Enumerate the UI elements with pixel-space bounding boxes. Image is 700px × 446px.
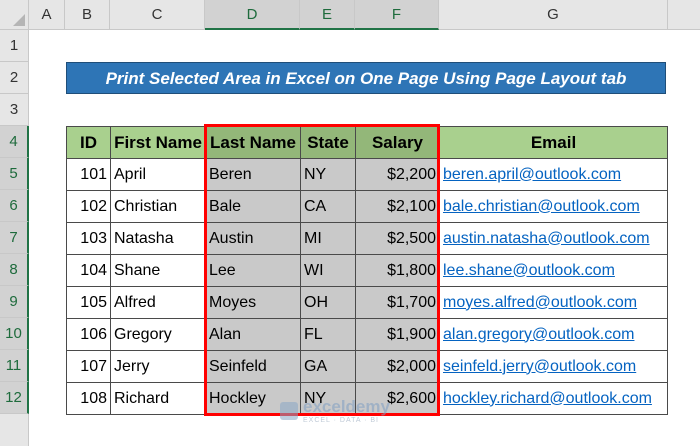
- email-link[interactable]: austin.natasha@outlook.com: [443, 230, 650, 247]
- column-header-d[interactable]: D: [205, 0, 300, 30]
- table-row: 104 Shane Lee WI $1,800 lee.shane@outloo…: [66, 254, 668, 287]
- last-name-cell[interactable]: Lee: [205, 254, 301, 287]
- row-header-11[interactable]: 11: [0, 350, 29, 382]
- salary-cell[interactable]: $1,900: [355, 318, 440, 351]
- row-header-12[interactable]: 12: [0, 382, 29, 414]
- exceldemy-watermark: exceldemy EXCEL · DATA · BI: [280, 398, 390, 424]
- header-id[interactable]: ID: [66, 126, 111, 159]
- header-salary[interactable]: Salary: [355, 126, 440, 159]
- row-header-2[interactable]: 2: [0, 62, 29, 94]
- email-link[interactable]: seinfeld.jerry@outlook.com: [443, 358, 636, 375]
- state-cell[interactable]: GA: [300, 350, 356, 383]
- watermark-name: exceldemy: [303, 397, 390, 416]
- salary-cell[interactable]: $2,100: [355, 190, 440, 223]
- column-header-f[interactable]: F: [355, 0, 439, 30]
- email-link[interactable]: bale.christian@outlook.com: [443, 198, 640, 215]
- salary-cell[interactable]: $2,000: [355, 350, 440, 383]
- email-link[interactable]: moyes.alfred@outlook.com: [443, 294, 637, 311]
- email-link[interactable]: beren.april@outlook.com: [443, 166, 621, 183]
- column-header-a[interactable]: A: [29, 0, 65, 30]
- id-cell[interactable]: 105: [66, 286, 111, 319]
- table-row: 101 April Beren NY $2,200 beren.april@ou…: [66, 158, 668, 191]
- table-header-row: ID First Name Last Name State Salary Ema…: [66, 126, 668, 159]
- state-cell[interactable]: WI: [300, 254, 356, 287]
- employee-table: ID First Name Last Name State Salary Ema…: [66, 126, 668, 415]
- id-cell[interactable]: 107: [66, 350, 111, 383]
- sheet-title[interactable]: Print Selected Area in Excel on One Page…: [66, 62, 666, 94]
- email-cell[interactable]: moyes.alfred@outlook.com: [439, 286, 668, 319]
- email-cell[interactable]: hockley.richard@outlook.com: [439, 382, 668, 415]
- header-email[interactable]: Email: [439, 126, 668, 159]
- row-header-8[interactable]: 8: [0, 254, 29, 286]
- state-cell[interactable]: OH: [300, 286, 356, 319]
- first-name-cell[interactable]: Shane: [110, 254, 206, 287]
- email-cell[interactable]: lee.shane@outlook.com: [439, 254, 668, 287]
- id-cell[interactable]: 101: [66, 158, 111, 191]
- row-header-3[interactable]: 3: [0, 94, 29, 126]
- last-name-cell[interactable]: Seinfeld: [205, 350, 301, 383]
- table-row: 106 Gregory Alan FL $1,900 alan.gregory@…: [66, 318, 668, 351]
- header-first-name[interactable]: First Name: [110, 126, 206, 159]
- id-cell[interactable]: 104: [66, 254, 111, 287]
- table-row: 103 Natasha Austin MI $2,500 austin.nata…: [66, 222, 668, 255]
- first-name-cell[interactable]: Natasha: [110, 222, 206, 255]
- column-header-b[interactable]: B: [65, 0, 110, 30]
- watermark-text: exceldemy EXCEL · DATA · BI: [303, 398, 390, 424]
- email-cell[interactable]: beren.april@outlook.com: [439, 158, 668, 191]
- last-name-cell[interactable]: Beren: [205, 158, 301, 191]
- email-link[interactable]: alan.gregory@outlook.com: [443, 326, 634, 343]
- last-name-cell[interactable]: Austin: [205, 222, 301, 255]
- select-all-icon: [13, 14, 25, 26]
- watermark-tagline: EXCEL · DATA · BI: [303, 417, 379, 424]
- column-header-e[interactable]: E: [300, 0, 355, 30]
- column-header-c[interactable]: C: [110, 0, 205, 30]
- row-header-7[interactable]: 7: [0, 222, 29, 254]
- state-cell[interactable]: CA: [300, 190, 356, 223]
- row-header-6[interactable]: 6: [0, 190, 29, 222]
- first-name-cell[interactable]: Jerry: [110, 350, 206, 383]
- spreadsheet: A B C D E F G 1 2 3 4 5 6 7 8 9 10 11 12…: [0, 0, 700, 446]
- row-header-5[interactable]: 5: [0, 158, 29, 190]
- id-cell[interactable]: 108: [66, 382, 111, 415]
- last-name-cell[interactable]: Bale: [205, 190, 301, 223]
- row-header-blank[interactable]: [0, 414, 29, 446]
- first-name-cell[interactable]: Gregory: [110, 318, 206, 351]
- row-header-4[interactable]: 4: [0, 126, 29, 158]
- email-cell[interactable]: seinfeld.jerry@outlook.com: [439, 350, 668, 383]
- salary-cell[interactable]: $1,700: [355, 286, 440, 319]
- column-header-g[interactable]: G: [439, 0, 668, 30]
- last-name-cell[interactable]: Moyes: [205, 286, 301, 319]
- email-cell[interactable]: austin.natasha@outlook.com: [439, 222, 668, 255]
- email-cell[interactable]: bale.christian@outlook.com: [439, 190, 668, 223]
- salary-cell[interactable]: $2,500: [355, 222, 440, 255]
- id-cell[interactable]: 103: [66, 222, 111, 255]
- table-row: 102 Christian Bale CA $2,100 bale.christ…: [66, 190, 668, 223]
- first-name-cell[interactable]: April: [110, 158, 206, 191]
- select-all-corner[interactable]: [0, 0, 29, 30]
- email-link[interactable]: lee.shane@outlook.com: [443, 262, 615, 279]
- exceldemy-logo-icon: [280, 402, 298, 420]
- table-row: 107 Jerry Seinfeld GA $2,000 seinfeld.je…: [66, 350, 668, 383]
- last-name-cell[interactable]: Alan: [205, 318, 301, 351]
- salary-cell[interactable]: $1,800: [355, 254, 440, 287]
- state-cell[interactable]: NY: [300, 158, 356, 191]
- email-link[interactable]: hockley.richard@outlook.com: [443, 390, 652, 407]
- id-cell[interactable]: 102: [66, 190, 111, 223]
- first-name-cell[interactable]: Christian: [110, 190, 206, 223]
- state-cell[interactable]: FL: [300, 318, 356, 351]
- table-row: 105 Alfred Moyes OH $1,700 moyes.alfred@…: [66, 286, 668, 319]
- row-header-1[interactable]: 1: [0, 30, 29, 62]
- column-header-blank[interactable]: [668, 0, 700, 30]
- row-header-9[interactable]: 9: [0, 286, 29, 318]
- first-name-cell[interactable]: Richard: [110, 382, 206, 415]
- header-last-name[interactable]: Last Name: [205, 126, 301, 159]
- state-cell[interactable]: MI: [300, 222, 356, 255]
- salary-cell[interactable]: $2,200: [355, 158, 440, 191]
- first-name-cell[interactable]: Alfred: [110, 286, 206, 319]
- email-cell[interactable]: alan.gregory@outlook.com: [439, 318, 668, 351]
- id-cell[interactable]: 106: [66, 318, 111, 351]
- row-header-10[interactable]: 10: [0, 318, 29, 350]
- header-state[interactable]: State: [300, 126, 356, 159]
